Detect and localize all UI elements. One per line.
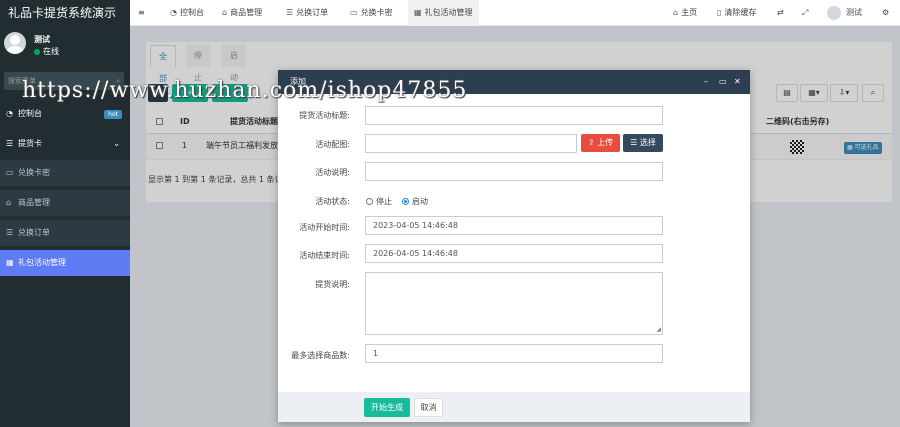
status-label: 活动状态:: [315, 197, 350, 206]
sidebar-item-orders[interactable]: ☰ 兑换订单: [0, 220, 130, 246]
grid-icon: ▦: [414, 8, 422, 17]
settings-icon[interactable]: ⚙: [882, 0, 889, 26]
clear-cache-button[interactable]: ▯ 清除缓存: [717, 0, 756, 26]
online-dot-icon: [34, 48, 40, 55]
tab-dashboard[interactable]: ◔ 控制台: [166, 0, 208, 26]
status-radio-start[interactable]: 启动: [402, 196, 428, 207]
sidebar-item-label: 兑换卡密: [18, 168, 50, 177]
start-time-input[interactable]: 2023-04-05 14:46:48: [365, 216, 663, 235]
upload-icon: ⇪: [587, 138, 598, 147]
maximize-icon[interactable]: ▭: [719, 70, 727, 94]
home-link[interactable]: ⌂ 主页: [673, 0, 697, 26]
desc-label: 活动说明:: [315, 168, 350, 177]
choose-label: 选择: [639, 138, 656, 147]
image-label: 活动配图:: [315, 140, 350, 149]
list-icon: ☰: [6, 139, 14, 148]
sidebar-item-label: 兑换订单: [18, 228, 50, 237]
grid-icon: ▦: [6, 258, 14, 267]
user-status: 在线: [34, 46, 59, 57]
user-name: 测试: [34, 35, 50, 44]
sidebar-item-gift-activity[interactable]: ▦ 礼包活动管理: [0, 250, 130, 276]
max-items-input[interactable]: 1: [365, 344, 663, 363]
title-label: 提货活动标题:: [299, 111, 350, 120]
list-icon: ☰: [6, 228, 14, 237]
sidebar-item-label: 礼包活动管理: [18, 258, 66, 267]
status-start-label: 启动: [412, 197, 428, 206]
user-panel: 测试 在线: [0, 26, 130, 68]
card-icon: ▭: [6, 168, 14, 177]
status-stop-label: 停止: [376, 197, 392, 206]
avatar: [827, 5, 841, 20]
max-items-label: 最多选择商品数:: [291, 351, 350, 360]
list-icon: ☰: [630, 138, 640, 147]
pickup-desc-label: 提货说明:: [315, 280, 350, 289]
pickup-desc-textarea[interactable]: ◢: [365, 272, 663, 335]
choose-button[interactable]: ☰ 选择: [623, 134, 663, 152]
sidebar-item-label: 控制台: [18, 109, 42, 118]
card-icon: ▭: [350, 8, 358, 17]
chevron-down-icon: ⌄: [113, 139, 120, 148]
bank-icon: ⌂: [222, 8, 228, 17]
sidebar-item-products[interactable]: ⌂ 商品管理: [0, 190, 130, 216]
end-time-label: 活动结束时间:: [299, 251, 350, 260]
tab-label: 商品管理: [230, 8, 263, 17]
sidebar-item-label: 商品管理: [18, 198, 50, 207]
user-menu-label: 测试: [846, 8, 862, 17]
list-icon: ☰: [286, 8, 294, 17]
sidebar-item-pickup-card[interactable]: ☰ 提货卡 ⌄: [0, 131, 130, 157]
user-menu[interactable]: 测试: [827, 0, 862, 26]
tab-label: 兑换订单: [296, 8, 329, 17]
generate-button[interactable]: 开始生成: [364, 398, 410, 417]
radio-icon: [366, 198, 373, 205]
menu-toggle-icon[interactable]: ≡: [138, 0, 145, 26]
title-input[interactable]: [365, 106, 663, 125]
dialog-footer: [278, 392, 750, 422]
sidebar: 礼品卡提货系统演示 测试 在线 搜索菜单 ⌕ ◔ 控制台 hot ☰ 提货卡 ⌄ ▭ 兑换卡…: [0, 0, 130, 427]
resize-handle-icon[interactable]: ◢: [656, 326, 661, 333]
status-radio-stop[interactable]: 停止: [366, 196, 392, 207]
sidebar-item-dashboard[interactable]: ◔ 控制台 hot: [0, 101, 130, 127]
home-icon: ⌂: [673, 8, 679, 17]
trash-icon: ▯: [717, 8, 722, 17]
upload-button[interactable]: ⇪ 上传: [581, 134, 620, 152]
avatar: [4, 32, 26, 54]
bank-icon: ⌂: [6, 198, 12, 207]
upload-label: 上传: [597, 138, 614, 147]
tab-label: 兑换卡密: [360, 8, 393, 17]
home-label: 主页: [681, 8, 698, 17]
watermark-text: https://www.huzhan.com/ishop47855: [22, 78, 468, 103]
tab-redeem-code[interactable]: ▭ 兑换卡密: [346, 0, 397, 26]
tab-label: 控制台: [179, 8, 204, 17]
desc-input[interactable]: [365, 162, 663, 181]
clear-cache-label: 清除缓存: [724, 8, 757, 17]
hot-badge: hot: [104, 110, 122, 119]
tab-label: 礼包活动管理: [424, 8, 473, 17]
radio-checked-icon: [402, 198, 409, 205]
dashboard-icon: ◔: [170, 8, 177, 17]
fullscreen-icon[interactable]: ⤢: [802, 0, 808, 26]
minimize-icon[interactable]: –: [704, 70, 708, 94]
top-navbar: ≡ ◔ 控制台 ⌂ 商品管理 ☰ 兑换订单 ▭ 兑换卡密 ▦ 礼包活动管理 ⌂ 主页 ▯ 清除…: [130, 0, 900, 26]
tab-gift-activity[interactable]: ▦ 礼包活动管理: [408, 0, 479, 26]
tab-products[interactable]: ⌂ 商品管理: [218, 0, 266, 26]
tab-orders[interactable]: ☰ 兑换订单: [282, 0, 332, 26]
translate-icon[interactable]: ⇄: [777, 0, 784, 26]
dashboard-icon: ◔: [6, 109, 13, 118]
start-time-label: 活动开始时间:: [299, 223, 350, 232]
sidebar-item-redeem-code[interactable]: ▭ 兑换卡密: [0, 160, 130, 186]
end-time-input[interactable]: 2026-04-05 14:46:48: [365, 244, 663, 263]
user-status-text: 在线: [43, 47, 59, 56]
close-icon[interactable]: ✕: [734, 70, 741, 94]
sidebar-item-label: 提货卡: [18, 139, 42, 148]
cancel-button[interactable]: 取消: [414, 398, 443, 417]
app-title: 礼品卡提货系统演示: [0, 0, 130, 26]
add-dialog: 添加 – ▭ ✕ 提货活动标题: 活动配图: ⇪ 上传 ☰ 选择 活动说明: 活…: [278, 70, 750, 422]
image-input[interactable]: [365, 134, 577, 153]
